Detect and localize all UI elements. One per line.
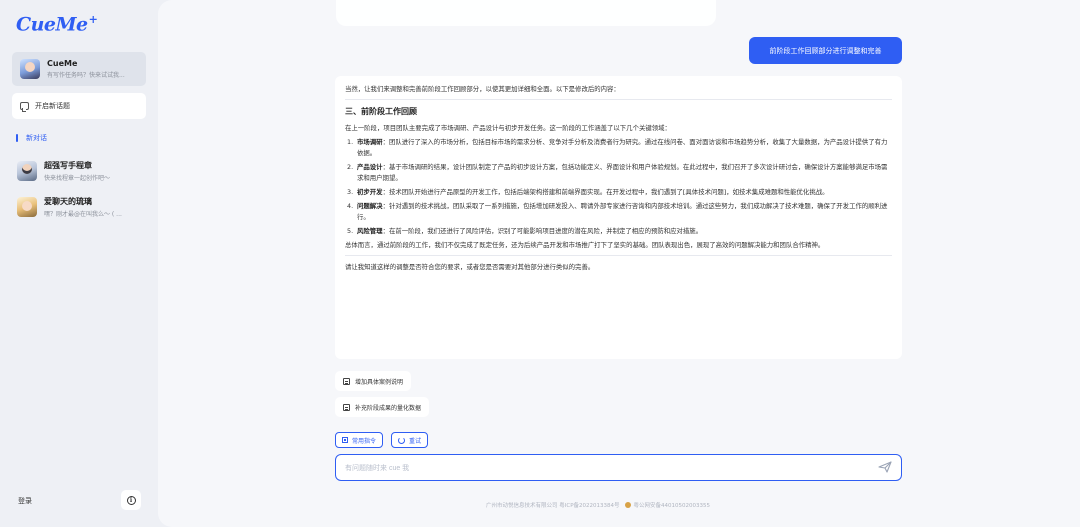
suggestion-label: 补充阶段成果的量化数据 (355, 404, 422, 412)
login-link[interactable]: 登录 (18, 496, 32, 506)
item-title: 产品设计 (357, 163, 383, 171)
assistant-message: 当然，让我们来调整和完善前阶段工作回顾部分，以使其更加详细和全面。以下是修改后的… (335, 76, 902, 359)
previous-message-fade (336, 0, 716, 26)
logo[interactable]: CueMe+ (16, 13, 98, 36)
list-number: 5. (347, 227, 354, 235)
list-number: 3. (347, 188, 354, 196)
item-text: ：团队进行了深入的市场分析，包括目标市场的需求分析、竞争对手分析及消费者行为研究… (357, 138, 888, 157)
divider (345, 99, 892, 100)
answer-list: 1. 市场调研：团队进行了深入的市场分析，包括目标市场的需求分析、竞争对手分析及消… (345, 137, 892, 237)
list-number: 4. (347, 202, 354, 210)
logo-text: CueMe (16, 13, 88, 36)
sidebar-item-new-chat[interactable]: 新对话 (16, 133, 47, 143)
refresh-icon (398, 436, 405, 444)
new-chat-label: 新对话 (26, 134, 47, 142)
agent-title: 超强写手程章 (44, 161, 92, 170)
item-text: ：基于市场调研的结果，设计团队制定了产品的初步设计方案，包括功能定义、界面设计和… (357, 163, 888, 182)
document-icon (343, 377, 350, 385)
info-button[interactable]: i (121, 490, 141, 510)
answer-lead: 在上一阶段，项目团队主要完成了市场调研、产品设计与初步开发任务。这一阶段的工作涵… (345, 124, 671, 132)
common-commands-button[interactable]: 常用指令 (335, 432, 384, 448)
footer: 广州市动悦信息技术有限公司 粤ICP备2022013384号 粤公网安备4401… (486, 501, 710, 509)
suggestion-button[interactable]: 增加具体案例说明 (335, 371, 412, 391)
suggestion-button[interactable]: 补充阶段成果的量化数据 (335, 397, 430, 417)
agent-subtitle: 快来找程章一起创作吧～ (44, 175, 111, 182)
answer-intro: 当然，让我们来调整和完善前阶段工作回顾部分，以使其更加详细和全面。以下是修改后的… (345, 85, 620, 93)
item-text: ：针对遇到的技术挑战，团队采取了一系列措施，包括增加研发投入、聘请外部专家进行咨… (357, 202, 888, 221)
logo-mark: + (88, 13, 98, 26)
list-item: 1. 市场调研：团队进行了深入的市场分析，包括目标市场的需求分析、竞争对手分析及消… (345, 137, 892, 159)
list-number: 1. (347, 138, 354, 146)
agent-subtitle: 有写作任务吗？快来试试我... (47, 72, 125, 79)
retry-label: 重试 (409, 437, 422, 445)
commands-label: 常用指令 (352, 437, 377, 445)
answer-heading: 三、前阶段工作回顾 (345, 107, 417, 116)
answer-closing: 请让我知道这样的调整是否符合您的要求，或者您是否需要对其他部分进行类似的完善。 (345, 263, 595, 271)
item-text: ：在前一阶段，我们还进行了风险评估，识别了可能影响项目进度的潜在风险，并制定了相… (382, 227, 703, 235)
suggestion-label: 增加具体案例说明 (355, 378, 404, 386)
command-icon (342, 437, 348, 443)
avatar (20, 59, 40, 79)
retry-button[interactable]: 重试 (391, 432, 429, 448)
item-text: ：技术团队开始进行产品原型的开发工作，包括后端架构搭建和前端界面实现。在开发过程… (382, 188, 829, 196)
list-item: 3. 初步开发：技术团队开始进行产品原型的开发工作，包括后端架构搭建和前端界面实现… (345, 187, 892, 198)
send-icon[interactable] (878, 461, 892, 473)
sidebar-item-agent[interactable]: 超强写手程章 快来找程章一起创作吧～ (17, 160, 151, 182)
item-title: 初步开发 (357, 188, 383, 196)
user-message: 前阶段工作回顾部分进行调整和完善 (749, 37, 902, 64)
answer-summary: 总体而言，通过前阶段的工作，我们不仅完成了既定任务，还为后续产品开发和市场推广打… (345, 241, 825, 249)
icp-link[interactable]: 广州市动悦信息技术有限公司 粤ICP备2022013384号 (486, 501, 620, 509)
divider (345, 255, 892, 256)
chat-panel: 前阶段工作回顾部分进行调整和完善 当然，让我们来调整和完善前阶段工作回顾部分，以… (158, 0, 1080, 527)
message-input[interactable] (336, 456, 836, 481)
avatar (17, 197, 37, 217)
active-indicator (16, 134, 18, 142)
list-item: 4. 问题解决：针对遇到的技术挑战，团队采取了一系列措施，包括增加研发投入、聘请外… (345, 201, 892, 223)
chat-bubble-icon (20, 102, 29, 112)
list-number: 2. (347, 163, 354, 171)
avatar (17, 161, 37, 181)
agent-title: 爱聊天的琉璃 (44, 197, 92, 206)
document-icon (343, 403, 350, 411)
new-topic-button[interactable]: 开启新话题 (12, 93, 146, 119)
message-input-box (335, 454, 902, 481)
police-badge-icon (624, 502, 631, 508)
item-title: 问题解决 (357, 202, 383, 210)
agent-card-cueme[interactable]: CueMe 有写作任务吗？快来试试我... (12, 52, 146, 86)
info-icon: i (126, 495, 136, 505)
sidebar-item-agent[interactable]: 爱聊天的琉璃 嘿？刚才最@在叫我么～ ( ... (17, 196, 151, 218)
new-topic-label: 开启新话题 (35, 102, 70, 110)
item-title: 风险管理 (357, 227, 383, 235)
list-item: 5. 风险管理：在前一阶段，我们还进行了风险评估，识别了可能影响项目进度的潜在风险… (345, 226, 892, 237)
agent-subtitle: 嘿？刚才最@在叫我么～ ( ... (44, 211, 122, 218)
item-title: 市场调研 (357, 138, 383, 146)
police-link[interactable]: 粤公网安备44010502003355 (634, 501, 711, 509)
agent-title: CueMe (47, 59, 78, 68)
sidebar: CueMe+ CueMe 有写作任务吗？快来试试我... 开启新话题 新对话 超… (0, 0, 158, 527)
list-item: 2. 产品设计：基于市场调研的结果，设计团队制定了产品的初步设计方案，包括功能定义… (345, 162, 892, 184)
